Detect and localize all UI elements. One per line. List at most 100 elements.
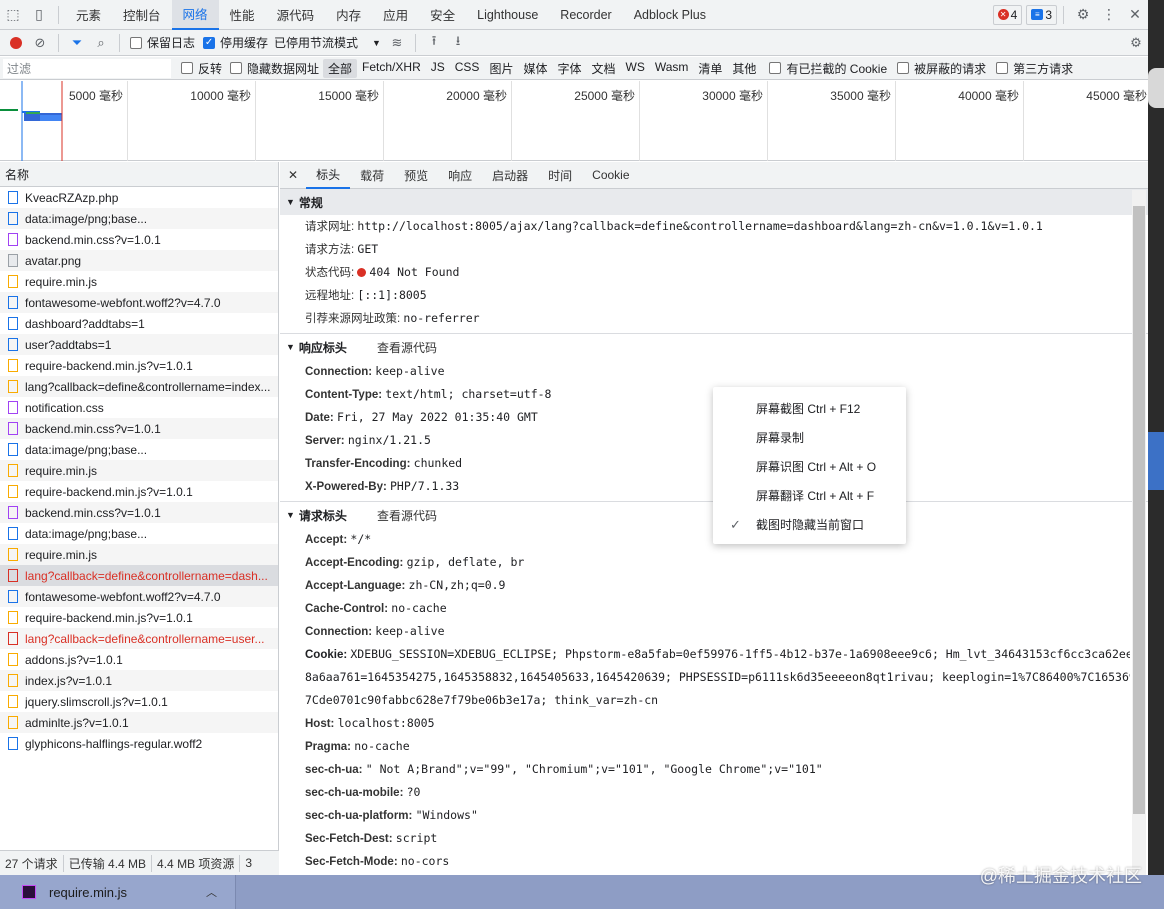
invert-checkbox[interactable]: 反转 — [181, 60, 222, 77]
general-section-header[interactable]: ▼ 常规 — [280, 189, 1148, 215]
request-row[interactable]: require-backend.min.js?v=1.0.1 — [0, 607, 278, 628]
request-row[interactable]: require.min.js — [0, 544, 278, 565]
main-tab-4[interactable]: 源代码 — [266, 0, 326, 30]
filter-placeholder: 过滤 — [7, 61, 32, 76]
header-row: Pragma: no-cache — [280, 735, 1148, 758]
request-row[interactable]: glyphicons-halflings-regular.woff2 — [0, 733, 278, 754]
throttling-select[interactable]: 已停用节流模式 ▼ — [274, 34, 381, 51]
device-toolbar-icon[interactable]: ▯ — [26, 0, 52, 30]
third-party-checkbox[interactable]: 第三方请求 — [996, 60, 1073, 77]
details-tab-4[interactable]: 启动器 — [482, 162, 538, 189]
request-name: backend.min.css?v=1.0.1 — [25, 232, 161, 247]
request-row[interactable]: data:image/png;base... — [0, 208, 278, 229]
resource-filter-6[interactable]: 字体 — [552, 59, 586, 78]
blocked-requests-checkbox[interactable]: 被屏蔽的请求 — [897, 60, 986, 77]
details-tab-6[interactable]: Cookie — [582, 162, 639, 189]
details-tab-5[interactable]: 时间 — [538, 162, 582, 189]
request-row[interactable]: require-backend.min.js?v=1.0.1 — [0, 355, 278, 376]
request-row[interactable]: data:image/png;base... — [0, 439, 278, 460]
record-button[interactable] — [4, 31, 28, 55]
context-menu-item[interactable]: 屏幕翻译 Ctrl + Alt + F — [713, 481, 906, 510]
main-tab-8[interactable]: Lighthouse — [466, 0, 549, 30]
request-row[interactable]: avatar.png — [0, 250, 278, 271]
request-row[interactable]: fontawesome-webfont.woff2?v=4.7.0 — [0, 586, 278, 607]
search-button[interactable]: ⌕ — [89, 31, 113, 55]
request-row[interactable]: lang?callback=define&controllername=dash… — [0, 565, 278, 586]
details-tab-1[interactable]: 载荷 — [350, 162, 394, 189]
taskbar-window-item[interactable]: require.min.js ︿ — [0, 875, 236, 909]
clear-button[interactable]: ⊘ — [28, 31, 52, 55]
request-row[interactable]: data:image/png;base... — [0, 523, 278, 544]
context-menu-item[interactable]: 屏幕截图 Ctrl + F12 — [713, 394, 906, 423]
menu-item-label: 屏幕录制 — [756, 431, 805, 445]
filter-input[interactable]: 过滤 — [3, 58, 171, 78]
main-tab-10[interactable]: Adblock Plus — [623, 0, 717, 30]
cookie-value: XDEBUG_SESSION=XDEBUG_ECLIPSE; Phpstorm-… — [350, 647, 1130, 661]
context-menu-item[interactable]: ✓ 截图时隐藏当前窗口 — [713, 510, 906, 539]
request-row[interactable]: require.min.js — [0, 271, 278, 292]
request-row[interactable]: notification.css — [0, 397, 278, 418]
request-row[interactable]: lang?callback=define&controllername=inde… — [0, 376, 278, 397]
hide-data-urls-checkbox[interactable]: 隐藏数据网址 — [230, 60, 319, 77]
request-row[interactable]: addons.js?v=1.0.1 — [0, 649, 278, 670]
details-tab-2[interactable]: 预览 — [394, 162, 438, 189]
request-row[interactable]: KveacRZAzp.php — [0, 187, 278, 208]
resource-filter-9[interactable]: Wasm — [650, 59, 694, 78]
main-tab-7[interactable]: 安全 — [419, 0, 466, 30]
details-tab-3[interactable]: 响应 — [438, 162, 482, 189]
message-count-badge[interactable]: ≡ 3 — [1026, 4, 1057, 25]
response-headers-section-header[interactable]: ▼ 响应标头 查看源代码 — [280, 334, 1148, 360]
resource-filter-4[interactable]: 图片 — [484, 59, 518, 78]
main-tab-9[interactable]: Recorder — [549, 0, 622, 30]
request-row[interactable]: require.min.js — [0, 460, 278, 481]
close-icon[interactable]: ✕ — [1122, 0, 1148, 30]
request-row[interactable]: adminlte.js?v=1.0.1 — [0, 712, 278, 733]
resource-filter-2[interactable]: JS — [426, 59, 450, 78]
request-row[interactable]: user?addtabs=1 — [0, 334, 278, 355]
resource-filter-8[interactable]: WS — [621, 59, 650, 78]
resource-filter-10[interactable]: 清单 — [693, 59, 727, 78]
name-column-header[interactable]: 名称 — [0, 162, 278, 187]
request-row[interactable]: jquery.slimscroll.js?v=1.0.1 — [0, 691, 278, 712]
request-row[interactable]: lang?callback=define&controllername=user… — [0, 628, 278, 649]
inspect-element-icon[interactable]: ⬚ — [0, 0, 26, 30]
blocked-cookies-checkbox[interactable]: 有已拦截的 Cookie — [769, 60, 887, 77]
details-scrollbar-thumb[interactable] — [1133, 206, 1145, 814]
network-settings-button[interactable]: ⚙ — [1124, 31, 1148, 55]
resource-filter-0[interactable]: 全部 — [323, 58, 358, 78]
error-count-badge[interactable]: ✕ 4 — [992, 4, 1023, 25]
disable-cache-checkbox[interactable]: ✓ 停用缓存 — [203, 34, 268, 51]
filter-button[interactable]: ⏷ — [65, 31, 89, 55]
main-tab-6[interactable]: 应用 — [372, 0, 419, 30]
request-row[interactable]: backend.min.css?v=1.0.1 — [0, 502, 278, 523]
main-tab-2[interactable]: 网络 — [171, 0, 219, 30]
details-tab-0[interactable]: 标头 — [306, 162, 351, 189]
import-har-button[interactable]: ⭱ — [422, 31, 446, 55]
resource-filter-7[interactable]: 文档 — [586, 59, 620, 78]
context-menu-item[interactable]: 屏幕录制 — [713, 423, 906, 452]
request-row[interactable]: require-backend.min.js?v=1.0.1 — [0, 481, 278, 502]
request-row[interactable]: backend.min.css?v=1.0.1 — [0, 229, 278, 250]
main-tab-0[interactable]: 元素 — [65, 0, 112, 30]
waterfall-overview[interactable]: 5000 毫秒 10000 毫秒 15000 毫秒 20000 毫秒 25000 毫秒 3… — [0, 81, 1152, 161]
preserve-log-checkbox[interactable]: 保留日志 — [130, 34, 195, 51]
request-row[interactable]: fontawesome-webfont.woff2?v=4.7.0 — [0, 292, 278, 313]
main-tab-5[interactable]: 内存 — [325, 0, 372, 30]
export-har-button[interactable]: ⭳ — [446, 31, 470, 55]
resource-filter-11[interactable]: 其他 — [727, 59, 761, 78]
view-source-link[interactable]: 查看源代码 — [377, 507, 437, 524]
request-row[interactable]: backend.min.css?v=1.0.1 — [0, 418, 278, 439]
request-row[interactable]: index.js?v=1.0.1 — [0, 670, 278, 691]
settings-gear-icon[interactable]: ⚙ — [1070, 0, 1096, 30]
more-options-icon[interactable]: ⋮ — [1096, 0, 1122, 30]
main-tab-1[interactable]: 控制台 — [112, 0, 172, 30]
request-row[interactable]: dashboard?addtabs=1 — [0, 313, 278, 334]
close-details-icon[interactable]: ✕ — [280, 162, 306, 189]
main-tab-3[interactable]: 性能 — [219, 0, 266, 30]
network-conditions-button[interactable]: ≋ — [385, 31, 409, 55]
resource-filter-3[interactable]: CSS — [450, 59, 485, 78]
resource-filter-1[interactable]: Fetch/XHR — [357, 59, 426, 78]
resource-filter-5[interactable]: 媒体 — [518, 59, 552, 78]
context-menu-item[interactable]: 屏幕识图 Ctrl + Alt + O — [713, 452, 906, 481]
view-source-link[interactable]: 查看源代码 — [377, 339, 437, 356]
